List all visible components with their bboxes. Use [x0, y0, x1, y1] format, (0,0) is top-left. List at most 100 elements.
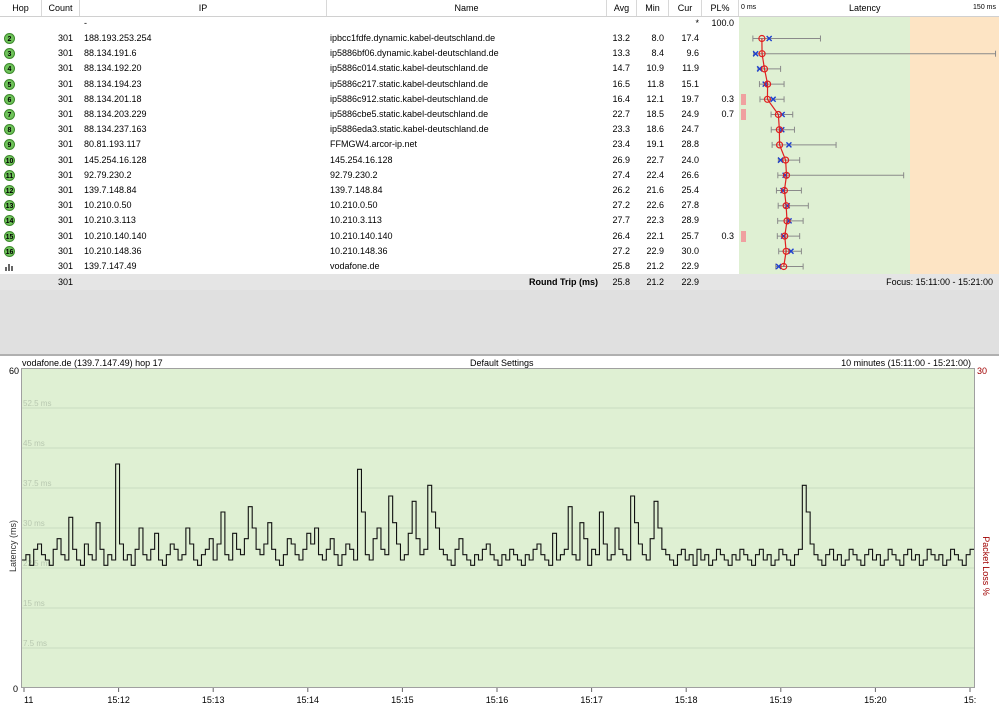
name-cell: ip5886bf06.dynamic.kabel-deutschland.de: [330, 48, 499, 59]
count-cell: 301: [57, 245, 73, 256]
hop-badge: 4: [4, 63, 15, 75]
avg-cell: 27.7: [612, 215, 630, 226]
ip-cell: 145.254.16.128: [84, 154, 147, 165]
summary-row: 301 Round Trip (ms) 25.8 21.2 22.9 Focus…: [0, 274, 999, 291]
pl-cell: [702, 168, 734, 183]
avg-cell: 26.2: [612, 185, 630, 195]
cur-cell: 27.8: [681, 200, 699, 211]
cur-cell: *: [695, 18, 699, 28]
hop-badge: 13: [4, 200, 15, 212]
ip-cell: 92.79.230.2: [84, 169, 132, 180]
cur-cell: 24.9: [681, 109, 699, 119]
avg-latency-line: [761, 38, 788, 267]
ip-cell: 88.134.194.23: [84, 78, 142, 89]
ip-cell: 88.134.237.163: [84, 124, 147, 135]
y-axis-label: Latency (ms): [8, 520, 18, 572]
cur-cell: 24.0: [681, 154, 699, 165]
pl-cell: [702, 77, 734, 92]
grid-label: 7.5 ms: [23, 639, 47, 648]
min-cell: 22.7: [646, 154, 664, 165]
pl-cell: 100.0: [711, 18, 734, 28]
pl-cell: 0.3: [721, 93, 734, 104]
col-pl[interactable]: PL%: [702, 0, 739, 16]
ip-cell: 10.210.0.50: [84, 200, 132, 211]
col-cur[interactable]: Cur: [669, 0, 702, 16]
col-latency[interactable]: 0 ms Latency 150 ms: [739, 0, 999, 16]
summary-min: 21.2: [646, 277, 664, 287]
count-cell: 301: [57, 230, 73, 241]
cur-cell: 9.6: [686, 48, 699, 59]
name-cell: 10.210.0.50: [330, 200, 378, 211]
col-ip[interactable]: IP: [80, 0, 327, 16]
min-cell: 22.3: [646, 215, 664, 226]
min-cell: 22.4: [646, 169, 664, 180]
focus-range[interactable]: Focus: 15:11:00 - 15:21:00: [886, 275, 993, 290]
pl-cell: [702, 198, 734, 213]
timeline-graph-panel: vodafone.de (139.7.147.49) hop 17 Defaul…: [0, 356, 999, 714]
hop-badge: 9: [4, 139, 15, 151]
avg-cell: 13.2: [612, 33, 630, 43]
count-cell: 301: [57, 78, 73, 89]
name-cell: 139.7.148.84: [330, 185, 383, 195]
count-cell: 301: [57, 124, 73, 135]
min-cell: 19.1: [646, 139, 664, 150]
avg-cell: 16.4: [612, 93, 630, 104]
cur-cell: 24.7: [681, 124, 699, 135]
avg-cell: 23.3: [612, 124, 630, 135]
min-cell: 12.1: [646, 93, 664, 104]
pl-cell: 0.3: [721, 230, 734, 241]
latency-header-label: Latency: [849, 3, 881, 13]
avg-cell: 13.3: [612, 48, 630, 59]
pl-cell: [702, 183, 734, 198]
grid-label: 45 ms: [23, 439, 45, 448]
count-cell: 301: [57, 63, 73, 74]
x-tick-label: 15:20: [864, 695, 887, 705]
count-cell: 301: [57, 139, 73, 150]
x-tick-label: 15:: [964, 695, 977, 705]
ip-cell: 88.134.191.6: [84, 48, 137, 59]
cur-cell: 25.4: [681, 185, 699, 195]
latency-max-label: 150 ms: [973, 4, 996, 11]
grid-label: 15 ms: [23, 599, 45, 608]
min-cell: 8.0: [651, 33, 664, 43]
min-cell: 10.9: [646, 63, 664, 74]
grid-label: 37.5 ms: [23, 479, 51, 488]
x-tick-label: 15:15: [391, 695, 414, 705]
pl-cell: [702, 122, 734, 137]
ip-cell: 88.134.201.18: [84, 93, 142, 104]
ip-cell: 10.210.140.140: [84, 230, 147, 241]
col-name[interactable]: Name: [327, 0, 607, 16]
avg-cell: 26.4: [612, 230, 630, 241]
col-avg[interactable]: Avg: [607, 0, 637, 16]
pingplotter-window: Hop Count IP Name Avg Min Cur PL% 0 ms L…: [0, 0, 999, 714]
avg-cell: 22.7: [612, 109, 630, 119]
summary-count: 301: [58, 277, 74, 287]
graph-icon[interactable]: [5, 262, 15, 271]
avg-cell: 26.9: [612, 154, 630, 165]
pl-cell: [702, 259, 734, 274]
cur-cell: 22.9: [681, 261, 699, 271]
x-tick-label: 15:16: [486, 695, 509, 705]
cur-cell: 19.7: [681, 93, 699, 104]
summary-label: Round Trip (ms): [529, 277, 598, 287]
col-count[interactable]: Count: [42, 0, 80, 16]
avg-cell: 27.2: [612, 245, 630, 256]
hop-badge: 14: [4, 215, 15, 227]
min-cell: 22.6: [646, 200, 664, 211]
pl-cell: 0.7: [721, 109, 734, 119]
name-cell: vodafone.de: [330, 261, 380, 271]
min-cell: 18.6: [646, 124, 664, 135]
cur-cell: 15.1: [681, 78, 699, 89]
col-hop[interactable]: Hop: [0, 0, 42, 16]
right-axis-label: Packet Loss %: [981, 536, 991, 596]
count-cell: 301: [57, 215, 73, 226]
ip-cell: 88.134.192.20: [84, 63, 142, 74]
hop-badge: 8: [4, 124, 15, 136]
col-min[interactable]: Min: [637, 0, 669, 16]
ip-cell: 10.210.148.36: [84, 245, 142, 256]
min-cell: 11.8: [647, 78, 664, 89]
min-cell: 22.1: [646, 230, 664, 241]
latency-min-label: 0 ms: [741, 4, 757, 11]
ip-cell: 80.81.193.117: [84, 139, 141, 150]
ip-cell: 139.7.147.49: [84, 261, 137, 271]
